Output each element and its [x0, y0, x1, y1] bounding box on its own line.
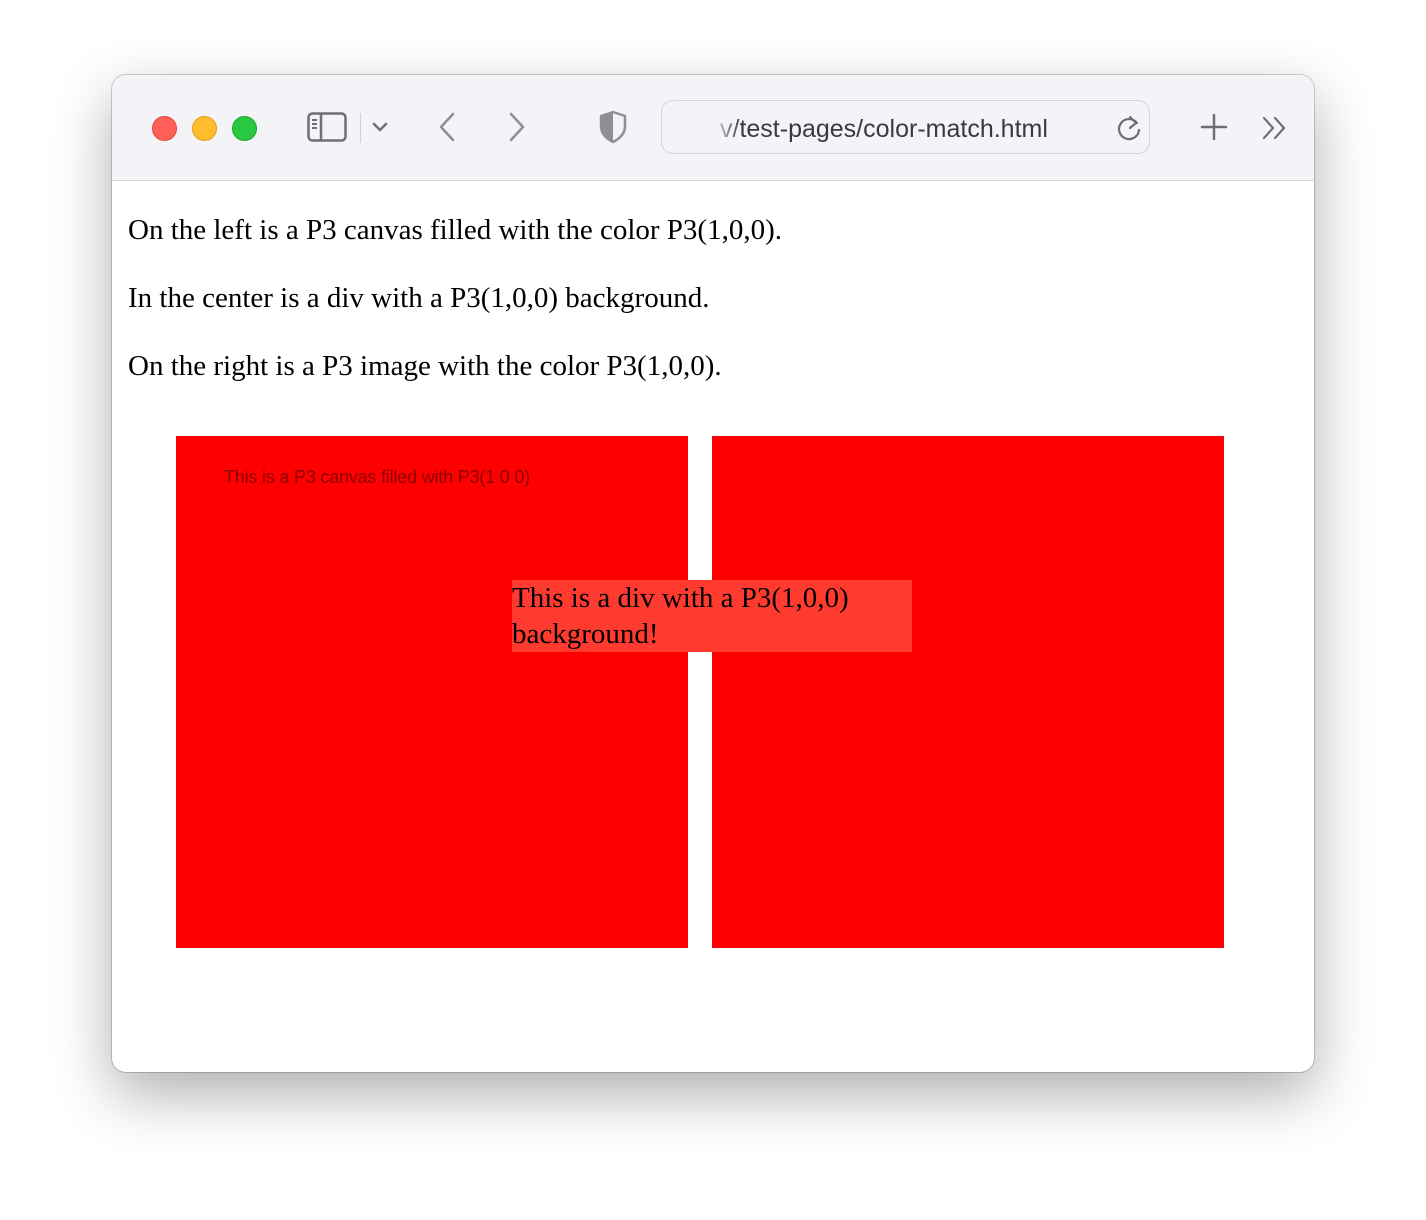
minimize-window-button[interactable]: [192, 116, 217, 141]
intro-paragraph-div: In the center is a div with a P3(1,0,0) …: [128, 282, 710, 314]
double-chevron-icon[interactable]: [1258, 111, 1292, 145]
address-bar[interactable]: v/test-pages/color-match.html: [661, 100, 1150, 154]
browser-toolbar: v/test-pages/color-match.html: [112, 75, 1314, 181]
intro-paragraph-canvas: On the left is a P3 canvas filled with t…: [128, 214, 782, 246]
sidebar-icon[interactable]: [306, 110, 348, 144]
canvas-label: This is a P3 canvas filled with P3(1 0 0…: [224, 467, 530, 487]
browser-window: v/test-pages/color-match.html On the lef…: [112, 75, 1314, 1072]
shield-icon[interactable]: [596, 109, 630, 145]
toolbar-divider: [360, 113, 361, 143]
url-fade: [702, 109, 742, 147]
p3-image: [712, 436, 1224, 948]
p3-canvas: This is a P3 canvas filled with P3(1 0 0…: [176, 436, 688, 948]
chevron-down-icon[interactable]: [368, 115, 392, 139]
p3-div: This is a div with a P3(1,0,0) backgroun…: [512, 580, 912, 652]
close-window-button[interactable]: [152, 116, 177, 141]
plus-icon[interactable]: [1196, 109, 1232, 145]
reload-icon[interactable]: [1114, 113, 1144, 143]
page-content: On the left is a P3 canvas filled with t…: [112, 181, 1314, 1072]
back-icon[interactable]: [432, 109, 462, 145]
zoom-window-button[interactable]: [232, 116, 257, 141]
intro-paragraph-image: On the right is a P3 image with the colo…: [128, 350, 722, 382]
forward-icon[interactable]: [502, 109, 532, 145]
url-text[interactable]: v/test-pages/color-match.html: [720, 115, 1048, 143]
